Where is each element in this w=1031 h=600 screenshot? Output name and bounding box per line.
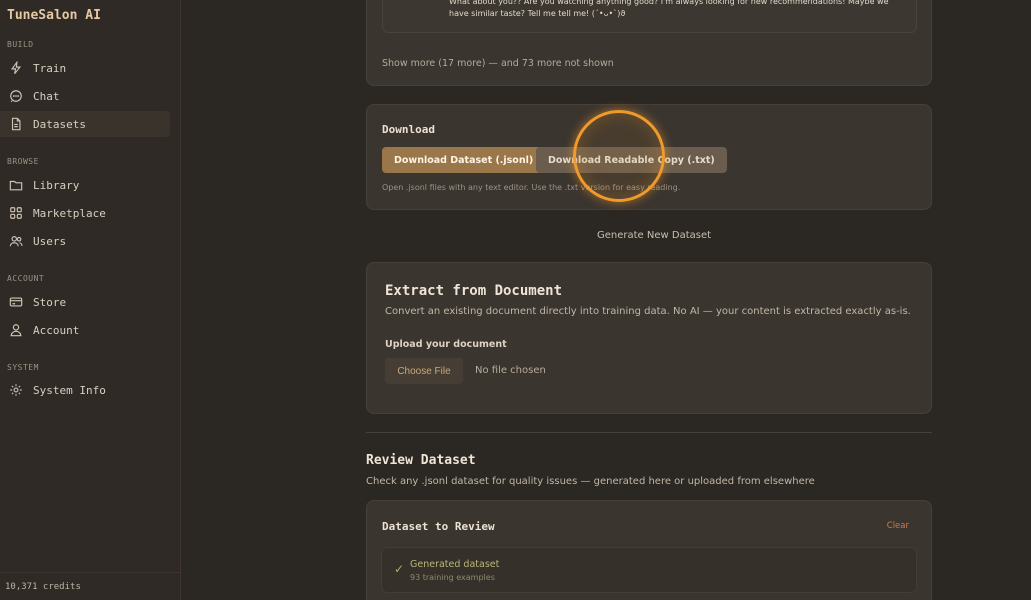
users-icon	[9, 236, 23, 247]
download-title: Download	[382, 123, 435, 136]
message-text: What about you?? Are you watching anythi…	[449, 0, 889, 18]
message-preview: What about you?? Are you watching anythi…	[382, 0, 917, 33]
review-card: Dataset to Review Clear ✓ Generated data…	[366, 500, 932, 600]
sidebar-item-label: Library	[33, 178, 80, 192]
brand-title[interactable]: TuneSalon AI	[7, 8, 101, 23]
review-card-title: Dataset to Review	[382, 520, 495, 533]
generated-dataset-item[interactable]: ✓ Generated dataset 93 training examples	[381, 547, 917, 593]
sidebar-item-label: Store	[33, 295, 67, 309]
sidebar-item-label: Datasets	[33, 117, 86, 131]
card-icon	[9, 297, 23, 307]
download-txt-button[interactable]: Download Readable Copy (.txt)	[536, 147, 727, 173]
sidebar-item-label: Marketplace	[33, 206, 106, 220]
preview-card: What about you?? Are you watching anythi…	[366, 0, 932, 86]
section-label-system: SYSTEM	[7, 363, 39, 372]
sidebar-item-label: Account	[33, 323, 80, 337]
clear-button[interactable]: Clear	[887, 521, 909, 531]
sidebar-item-datasets[interactable]: Datasets	[0, 111, 170, 137]
sidebar-item-train[interactable]: Train	[0, 55, 170, 81]
sidebar-item-library[interactable]: Library	[0, 172, 170, 198]
folder-icon	[9, 180, 23, 191]
credits-balance: 10,371 credits	[0, 572, 181, 600]
section-label-browse: BROWSE	[7, 157, 39, 166]
sidebar-item-label: Chat	[33, 89, 60, 103]
sidebar-item-label: System Info	[33, 383, 106, 397]
sidebar-item-chat[interactable]: Chat	[0, 83, 170, 109]
section-label-build: BUILD	[7, 40, 34, 49]
sidebar-item-label: Users	[33, 234, 67, 248]
generated-dataset-title: Generated dataset	[410, 559, 500, 570]
person-icon	[10, 324, 22, 337]
bolt-icon	[10, 61, 22, 75]
extract-subtitle: Convert an existing document directly in…	[385, 306, 911, 317]
section-divider	[366, 432, 932, 433]
download-hint: Open .jsonl files with any text editor. …	[382, 183, 681, 192]
download-jsonl-button[interactable]: Download Dataset (.jsonl)	[382, 147, 546, 173]
sidebar-item-marketplace[interactable]: Marketplace	[0, 200, 170, 226]
generate-new-dataset-link[interactable]: Generate New Dataset	[597, 230, 711, 241]
choose-file-button[interactable]: Choose File	[385, 358, 463, 384]
file-status: No file chosen	[475, 365, 546, 376]
section-label-account: ACCOUNT	[7, 274, 45, 283]
main-content: What about you?? Are you watching anythi…	[181, 0, 1031, 600]
check-icon: ✓	[394, 562, 405, 576]
review-title: Review Dataset	[366, 453, 476, 468]
grid-icon	[10, 207, 22, 219]
gear-icon	[10, 384, 22, 396]
sidebar-item-system-info[interactable]: System Info	[0, 377, 170, 403]
sidebar-item-account[interactable]: Account	[0, 317, 170, 343]
extract-title: Extract from Document	[385, 283, 563, 299]
show-more-link[interactable]: Show more (17 more) — and 73 more not sh…	[382, 58, 614, 69]
upload-label: Upload your document	[385, 339, 507, 350]
sidebar: TuneSalon AI BUILD Train Chat Datasets B…	[0, 0, 181, 600]
extract-card: Extract from Document Convert an existin…	[366, 262, 932, 414]
sidebar-item-store[interactable]: Store	[0, 289, 170, 315]
review-subtitle: Check any .jsonl dataset for quality iss…	[366, 476, 815, 487]
sidebar-item-users[interactable]: Users	[0, 228, 170, 254]
download-card: Download Download Dataset (.jsonl) Downl…	[366, 104, 932, 210]
sidebar-item-label: Train	[33, 61, 67, 75]
chat-bubble-icon	[10, 90, 22, 103]
generated-dataset-count: 93 training examples	[410, 573, 495, 582]
document-icon	[11, 117, 21, 131]
